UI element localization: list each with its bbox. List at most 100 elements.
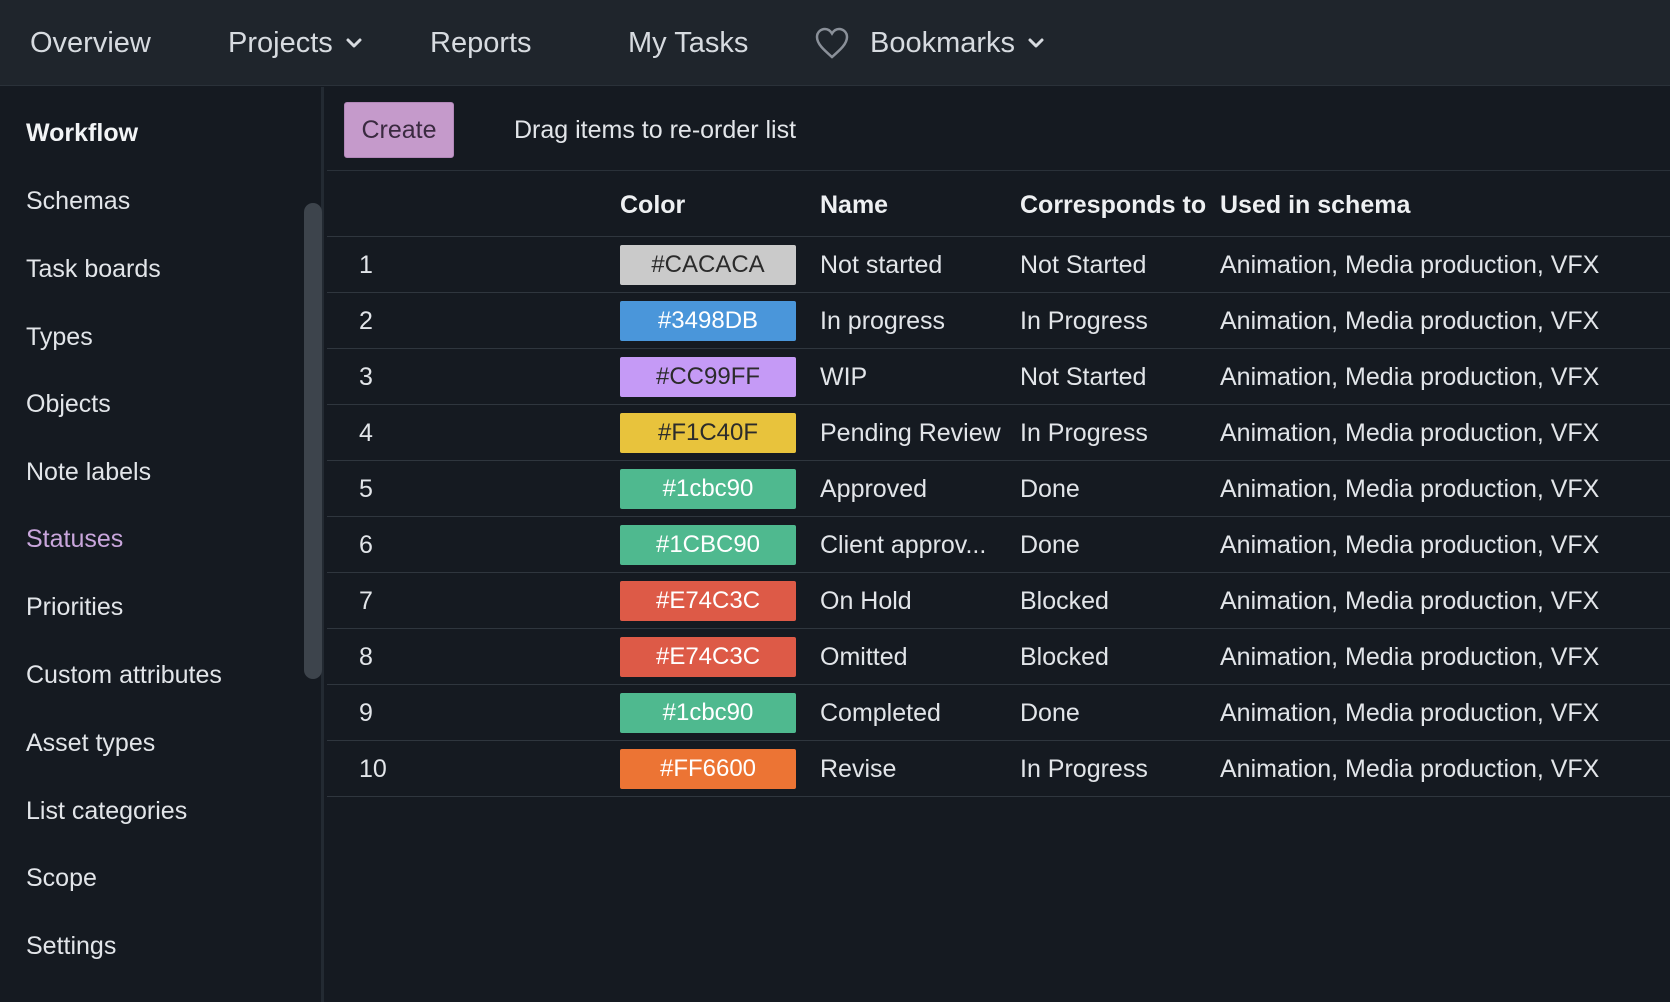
top-navigation-bar: Overview Projects Reports My Tasks Bookm… xyxy=(0,0,1670,86)
used-in-schema-value: Animation, Media production, VFX xyxy=(1220,699,1600,727)
table-row[interactable]: 8 #E74C3C Omitted Blocked Animation, Media p… xyxy=(327,629,1670,685)
chevron-down-icon xyxy=(346,38,362,48)
heart-icon xyxy=(815,27,849,59)
nav-my-tasks-label: My Tasks xyxy=(628,26,749,59)
used-in-schema-value: Animation, Media production, VFX xyxy=(1220,755,1600,783)
row-index: 10 xyxy=(359,755,387,783)
used-in-schema-value: Animation, Media production, VFX xyxy=(1220,307,1600,335)
status-name: Revise xyxy=(820,755,897,783)
color-swatch[interactable]: #FF6600 xyxy=(620,749,796,789)
color-swatch[interactable]: #3498DB xyxy=(620,301,796,341)
nav-overview-label: Overview xyxy=(30,26,151,59)
row-index: 6 xyxy=(359,531,373,559)
table-row[interactable]: 4 #F1C40F Pending Review In Progress Animati… xyxy=(327,405,1670,461)
table-row[interactable]: 6 #1CBC90 Client approv... Done Animation, M… xyxy=(327,517,1670,573)
color-swatch[interactable]: #E74C3C xyxy=(620,637,796,677)
table-row[interactable]: 2 #3498DB In progress In Progress Animation,… xyxy=(327,293,1670,349)
nav-my-tasks[interactable]: My Tasks xyxy=(628,0,748,86)
chevron-down-icon xyxy=(1028,38,1044,48)
corresponds-to-value: In Progress xyxy=(1020,307,1148,335)
table-row[interactable]: 1 #CACACA Not started Not Started Animation,… xyxy=(327,237,1670,293)
sidebar: Workflow Schemas Task boards Types Objec… xyxy=(0,87,324,1002)
table-row[interactable]: 9 #1cbc90 Completed Done Animation, Media pr… xyxy=(327,685,1670,741)
nav-bookmarks-label: Bookmarks xyxy=(870,26,1016,59)
column-header-corresponds-to: Corresponds to xyxy=(1020,191,1207,219)
nav-bookmarks[interactable]: Bookmarks xyxy=(814,0,1045,86)
color-swatch[interactable]: #E74C3C xyxy=(620,581,796,621)
color-swatch[interactable]: #1CBC90 xyxy=(620,525,796,565)
corresponds-to-value: Blocked xyxy=(1020,643,1109,671)
sidebar-item-asset-types[interactable]: Asset types xyxy=(26,729,155,758)
table-row[interactable]: 5 #1cbc90 Approved Done Animation, Media pro… xyxy=(327,461,1670,517)
column-header-name: Name xyxy=(820,191,889,219)
status-name: On Hold xyxy=(820,587,912,615)
sidebar-scrollbar[interactable] xyxy=(304,203,322,679)
status-name: Approved xyxy=(820,475,928,503)
used-in-schema-value: Animation, Media production, VFX xyxy=(1220,643,1600,671)
sidebar-item-objects[interactable]: Objects xyxy=(26,390,111,419)
corresponds-to-value: Done xyxy=(1020,475,1080,503)
column-header-color: Color xyxy=(620,191,686,219)
used-in-schema-value: Animation, Media production, VFX xyxy=(1220,419,1600,447)
sidebar-item-note-labels[interactable]: Note labels xyxy=(26,458,151,487)
row-index: 2 xyxy=(359,307,373,335)
row-index: 4 xyxy=(359,419,373,447)
used-in-schema-value: Animation, Media production, VFX xyxy=(1220,587,1600,615)
table-body: 1 #CACACA Not started Not Started Animation,… xyxy=(327,237,1670,797)
status-name: Client approv... xyxy=(820,531,987,559)
status-name: Omitted xyxy=(820,643,908,671)
row-index: 7 xyxy=(359,587,373,615)
corresponds-to-value: Not Started xyxy=(1020,251,1147,279)
sidebar-item-schemas[interactable]: Schemas xyxy=(26,187,130,216)
nav-projects-label: Projects xyxy=(228,26,333,59)
corresponds-to-value: Blocked xyxy=(1020,587,1109,615)
used-in-schema-value: Animation, Media production, VFX xyxy=(1220,475,1600,503)
corresponds-to-value: Done xyxy=(1020,699,1080,727)
row-index: 5 xyxy=(359,475,373,503)
sidebar-item-task-boards[interactable]: Task boards xyxy=(26,255,161,284)
used-in-schema-value: Animation, Media production, VFX xyxy=(1220,531,1600,559)
status-name: Completed xyxy=(820,699,941,727)
sidebar-item-settings[interactable]: Settings xyxy=(26,932,116,961)
sidebar-item-priorities[interactable]: Priorities xyxy=(26,593,123,622)
status-name: WIP xyxy=(820,363,868,391)
nav-reports[interactable]: Reports xyxy=(430,0,532,86)
color-swatch[interactable]: #CC99FF xyxy=(620,357,796,397)
corresponds-to-value: Not Started xyxy=(1020,363,1147,391)
row-index: 1 xyxy=(359,251,373,279)
row-index: 3 xyxy=(359,363,373,391)
color-swatch[interactable]: #1cbc90 xyxy=(620,469,796,509)
color-swatch[interactable]: #1cbc90 xyxy=(620,693,796,733)
nav-projects[interactable]: Projects xyxy=(228,0,363,86)
sidebar-section-workflow: Workflow xyxy=(26,119,139,147)
used-in-schema-value: Animation, Media production, VFX xyxy=(1220,251,1600,279)
create-button[interactable]: Create xyxy=(344,102,454,158)
row-index: 8 xyxy=(359,643,373,671)
corresponds-to-value: In Progress xyxy=(1020,755,1148,783)
sidebar-item-list-categories[interactable]: List categories xyxy=(26,797,187,826)
status-name: Pending Review xyxy=(820,419,1001,447)
toolbar: Create Drag items to re-order list xyxy=(327,87,1670,171)
table-header: Color Name Corresponds to Used in schema xyxy=(327,171,1670,237)
status-name: In progress xyxy=(820,307,946,335)
sidebar-item-custom-attributes[interactable]: Custom attributes xyxy=(26,661,222,690)
table-row[interactable]: 7 #E74C3C On Hold Blocked Animation, Media p… xyxy=(327,573,1670,629)
row-index: 9 xyxy=(359,699,373,727)
table-row[interactable]: 3 #CC99FF WIP Not Started Animation, Media p… xyxy=(327,349,1670,405)
color-swatch[interactable]: #CACACA xyxy=(620,245,796,285)
reorder-hint: Drag items to re-order list xyxy=(514,116,797,144)
column-header-used-in-schema: Used in schema xyxy=(1220,191,1411,219)
used-in-schema-value: Animation, Media production, VFX xyxy=(1220,363,1600,391)
nav-overview[interactable]: Overview xyxy=(30,0,151,86)
status-name: Not started xyxy=(820,251,943,279)
corresponds-to-value: Done xyxy=(1020,531,1080,559)
statuses-table: Color Name Corresponds to Used in schema… xyxy=(327,171,1670,797)
table-row[interactable]: 10 #FF6600 Revise In Progress Animation, Med… xyxy=(327,741,1670,797)
color-swatch[interactable]: #F1C40F xyxy=(620,413,796,453)
nav-reports-label: Reports xyxy=(430,26,532,59)
sidebar-item-statuses[interactable]: Statuses xyxy=(26,525,123,554)
sidebar-item-scope[interactable]: Scope xyxy=(26,864,97,893)
sidebar-item-types[interactable]: Types xyxy=(26,323,93,352)
main-content: Create Drag items to re-order list Color… xyxy=(327,87,1670,1002)
corresponds-to-value: In Progress xyxy=(1020,419,1148,447)
